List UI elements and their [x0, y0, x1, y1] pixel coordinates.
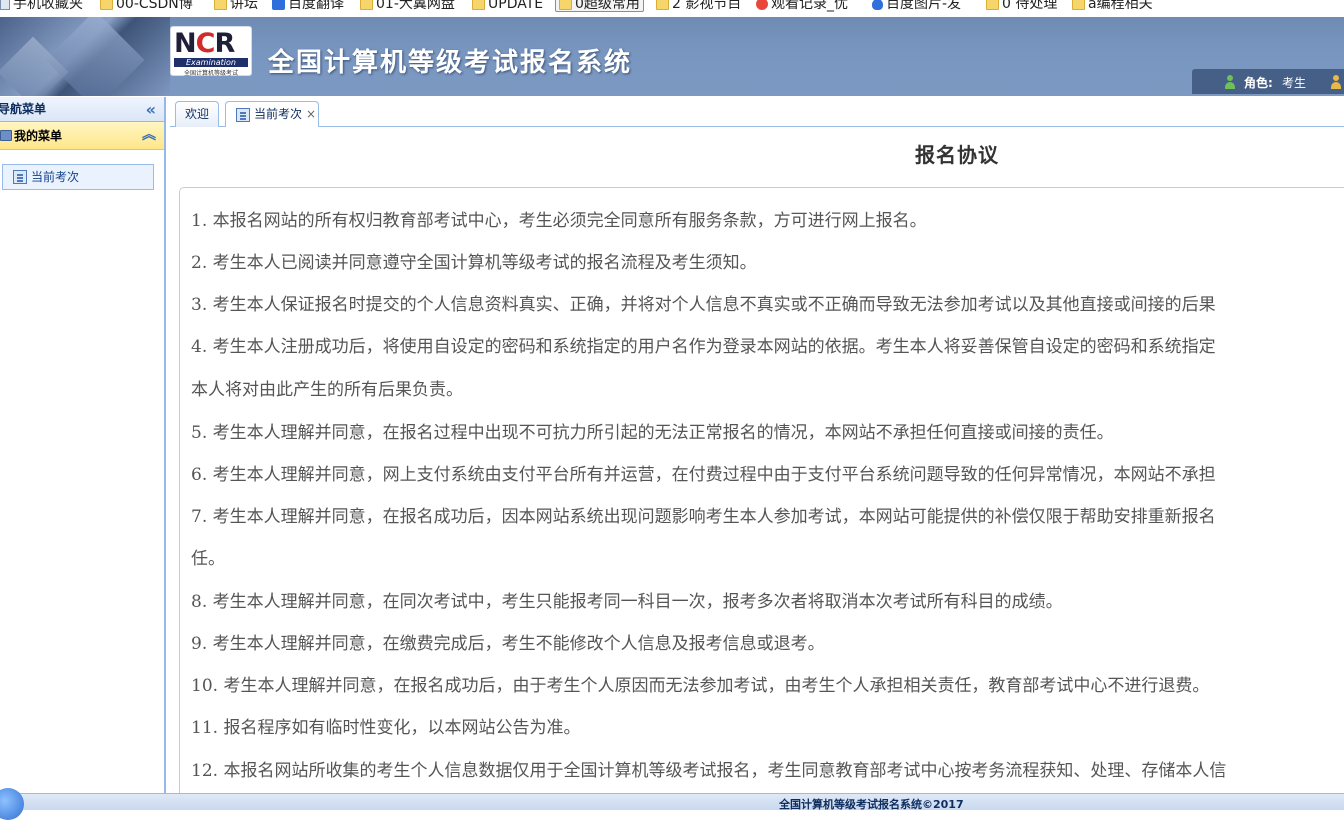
list-icon — [13, 170, 27, 184]
role-bar: 角色: 考生 — [1192, 69, 1344, 94]
page-icon — [0, 0, 10, 10]
agreement-clause: 1. 本报名网站的所有权归教育部考试中心，考生必须完全同意所有服务条款，方可进行… — [191, 211, 927, 231]
role-value: 考生 — [1282, 76, 1307, 90]
nav-panel: 导航菜单 « 我的菜单 ︽ 当前考次 — [0, 97, 166, 793]
folder-icon — [214, 0, 227, 10]
logo-subtitle: Examination — [174, 58, 248, 67]
agreement-clause: 2. 考生本人已阅读并同意遵守全国计算机等级考试的报名流程及考生须知。 — [191, 253, 757, 273]
baidu-translate-icon — [272, 0, 285, 10]
agreement-clause: 8. 考生本人理解并同意，在同次考试中，考生只能报考同一科目一次，报考多次者将取… — [191, 592, 1063, 612]
nav-title: 导航菜单 — [0, 102, 47, 116]
role-label: 角色: — [1244, 76, 1273, 90]
menu-icon — [0, 130, 12, 141]
tab-strip: 欢迎 当前考次 × — [170, 97, 1344, 128]
bookmark-item[interactable]: 观看记录_优 — [756, 0, 848, 11]
bookmark-item[interactable]: 2 影视节目 — [656, 0, 741, 11]
main-content: 报名协议 1. 本报名网站的所有权归教育部考试中心，考生必须完全同意所有服务条款… — [170, 127, 1344, 793]
youku-icon — [756, 0, 768, 10]
logo-tagline: 全国计算机等级考试 — [183, 70, 238, 77]
tab-label: 当前考次 — [254, 107, 303, 121]
bookmark-item[interactable]: a编程相关 — [1072, 0, 1153, 11]
folder-icon — [986, 0, 999, 10]
agreement-clause: 4. 考生本人注册成功后，将使用自设定的密码和系统指定的用户名作为登录本网站的依… — [191, 337, 1216, 357]
tab-label: 欢迎 — [184, 107, 209, 121]
agreement-title: 报名协议 — [915, 143, 999, 167]
baidu-paw-icon — [872, 0, 883, 10]
user-icon — [1224, 75, 1236, 89]
bookmark-item[interactable]: 百度翻译 — [272, 0, 344, 11]
sidebar-item-label: 当前考次 — [31, 170, 80, 184]
collapse-up-icon[interactable]: ︽ — [142, 121, 156, 149]
folder-icon — [656, 0, 669, 10]
agreement-clause: 6. 考生本人理解并同意，网上支付系统由支付平台所有并运营，在付费过程中由于支付… — [191, 465, 1216, 485]
agreement-clause: 3. 考生本人保证报名时提交的个人信息资料真实、正确，并将对个人信息不真实或不正… — [191, 295, 1216, 315]
header-decoration — [0, 17, 170, 96]
list-icon — [236, 108, 250, 122]
ncr-logo: NCR Examination 全国计算机等级考试 — [170, 26, 252, 77]
agreement-clause: 11. 报名程序如有临时性变化，以本网站公告为准。 — [191, 718, 581, 738]
agreement-clause: 9. 考生本人理解并同意，在缴费完成后，考生不能修改个人信息及报考信息或退考。 — [191, 634, 825, 654]
account-icon[interactable] — [1330, 75, 1342, 89]
bookmark-item[interactable]: 讲坛 — [214, 0, 258, 11]
bookmarks-bar: 手机收藏夹 00-CSDN博 讲坛 百度翻译 01-大翼网盘 UPDATE 0超… — [0, 0, 1344, 17]
bookmark-item[interactable]: 百度图片-发 — [872, 0, 961, 11]
agreement-clause: 5. 考生本人理解并同意，在报名过程中出现不可抗力所引起的无法正常报名的情况，本… — [191, 423, 1114, 443]
agreement-box — [179, 187, 1344, 793]
folder-icon — [360, 0, 373, 10]
folder-icon — [472, 0, 485, 10]
sidebar-item-current-exam[interactable]: 当前考次 — [2, 164, 154, 190]
folder-icon — [1072, 0, 1085, 10]
agreement-clause: 本人将对由此产生的所有后果负责。 — [191, 380, 463, 400]
tab-welcome[interactable]: 欢迎 — [175, 101, 219, 127]
bookmark-item[interactable]: UPDATE — [472, 0, 543, 11]
nav-section-my-menu[interactable]: 我的菜单 ︽ — [0, 122, 164, 150]
start-orb-icon[interactable] — [0, 788, 24, 820]
agreement-clause: 7. 考生本人理解并同意，在报名成功后，因本网站系统出现问题影响考生本人参加考试… — [191, 507, 1216, 527]
site-title: 全国计算机等级考试报名系统 — [268, 48, 633, 78]
tab-current-exam[interactable]: 当前考次 × — [225, 101, 319, 128]
bookmark-item[interactable]: 01-大翼网盘 — [360, 0, 455, 11]
nav-section-title: 我的菜单 — [14, 129, 63, 143]
agreement-clause: 12. 本报名网站所收集的考生个人信息数据仅用于全国计算机等级考试报名，考生同意… — [191, 761, 1227, 781]
site-footer: 全国计算机等级考试报名系统©2017 — [0, 788, 1344, 820]
agreement-clause: 任。 — [191, 549, 225, 569]
agreement-clause: 10. 考生本人理解并同意，在报名成功后，由于考生个人原因而无法参加考试，由考生… — [191, 676, 1210, 696]
nav-header: 导航菜单 « — [0, 97, 164, 122]
bookmark-item[interactable]: 手机收藏夹 — [0, 0, 83, 11]
close-icon[interactable]: × — [306, 102, 316, 127]
bookmark-item[interactable]: 00-CSDN博 — [100, 0, 193, 11]
collapse-left-icon[interactable]: « — [146, 97, 156, 122]
site-header: NCR Examination 全国计算机等级考试 全国计算机等级考试报名系统 … — [0, 17, 1344, 96]
bookmark-item[interactable]: 0超级常用 — [555, 0, 644, 12]
folder-icon — [559, 0, 572, 10]
bookmark-item[interactable]: 0 待处理 — [986, 0, 1057, 11]
folder-icon — [100, 0, 113, 10]
